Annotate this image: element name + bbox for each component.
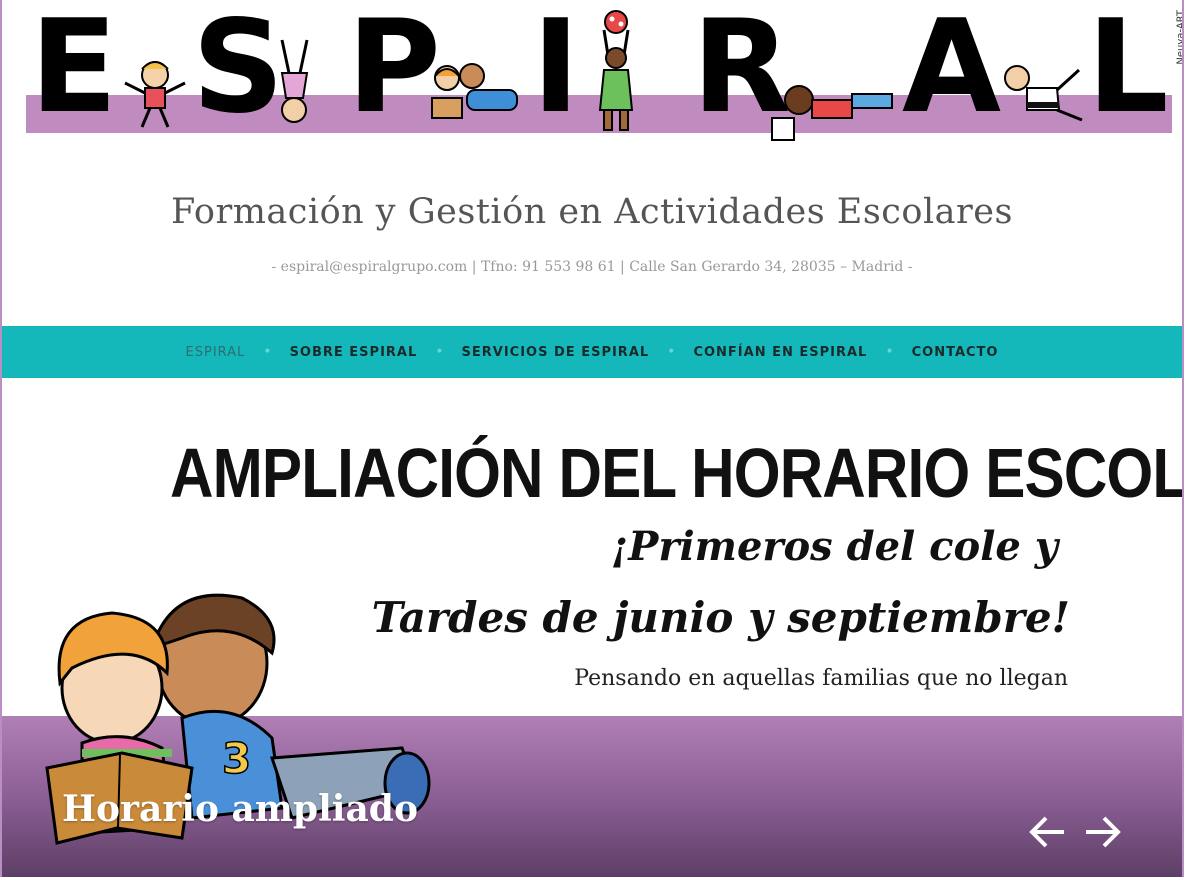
slide-subtitle-1: ¡Primeros del cole y [610,523,1058,570]
slide-headline: AMPLIACIÓN DEL HORARIO ESCOLAR [170,434,1182,512]
hero-slider[interactable]: AMPLIACIÓN DEL HORARIO ESCOLAR ¡Primeros… [2,378,1182,877]
logo-letter-a: A [902,0,1002,142]
logo-letter-i: I [532,0,580,142]
nav-separator: • [435,344,444,360]
slider-prev-button[interactable] [1026,810,1070,854]
contact-line: - espiral@espiralgrupo.com | Tfno: 91 55… [271,259,913,275]
kid-illustration-icon [124,61,186,128]
nav-item-confian[interactable]: CONFÍAN EN ESPIRAL [693,345,867,360]
kids-reading-icon [431,63,518,119]
nav-separator: • [263,344,272,360]
kids-reading-illustration-icon: 3 [45,593,431,845]
logo-letter-e: E [30,0,118,142]
slide-subtitle-3: Pensando en aquellas familias que no lle… [574,666,1068,691]
kid-lying-icon [771,85,893,141]
slide-subtitle-2: Tardes de junio y septiembre! [371,593,1070,642]
kid-handstand-icon [280,39,309,123]
page-frame: E S P I R A L Neuya-ART Formación y Gest… [0,0,1184,877]
kid-ball-icon [598,10,634,131]
slide-caption: Horario ampliado [62,788,418,830]
logo-letter-l: L [1087,0,1169,142]
nav-item-sobre-espiral[interactable]: SOBRE ESPIRAL [290,345,418,360]
arrow-left-icon [1029,816,1064,848]
kid-karate-icon [1004,65,1083,122]
arrow-right-icon [1086,816,1121,848]
site-logo-banner[interactable]: E S P I R A L Neuya-ART [2,0,1182,150]
nav-item-espiral[interactable]: ESPIRAL [186,345,246,360]
nav-item-servicios[interactable]: SERVICIOS DE ESPIRAL [462,345,650,360]
nav-separator: • [885,344,894,360]
artist-signature: Neuya-ART [1176,10,1184,65]
site-tagline: Formación y Gestión en Actividades Escol… [171,192,1013,232]
nav-separator: • [667,344,676,360]
nav-item-contacto[interactable]: CONTACTO [912,345,999,360]
slider-next-button[interactable] [1080,810,1124,854]
main-navigation: ESPIRAL • SOBRE ESPIRAL • SERVICIOS DE E… [2,326,1182,378]
svg-text:3: 3 [222,734,251,783]
